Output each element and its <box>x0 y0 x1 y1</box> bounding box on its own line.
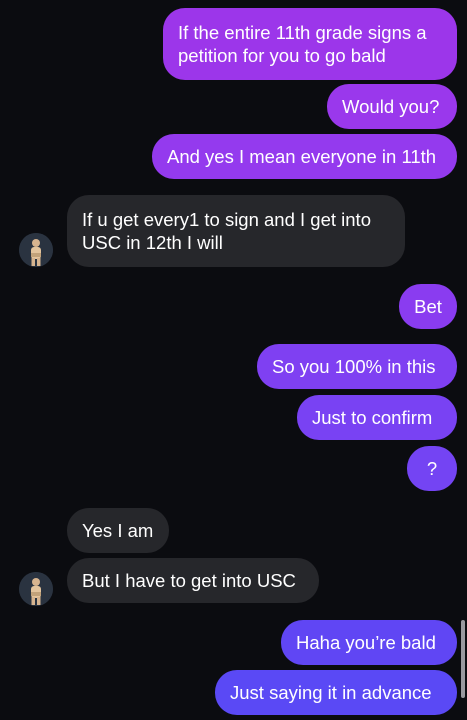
incoming-message[interactable]: If u get every1 to sign and I get into U… <box>67 195 405 267</box>
contact-avatar-icon[interactable] <box>19 572 53 606</box>
message-text: And yes I mean everyone in 11th <box>167 146 437 167</box>
message-text: Haha you’re bald <box>296 632 436 653</box>
outgoing-message[interactable]: Just saying it in advance <box>215 670 457 715</box>
outgoing-message[interactable]: So you 100% in this <box>257 344 457 389</box>
message-text: Just to confirm <box>312 407 433 428</box>
outgoing-message[interactable]: Would you? <box>327 84 457 129</box>
outgoing-message[interactable]: If the entire 11th grade signs a petitio… <box>163 8 457 80</box>
message-text: Bet <box>414 296 442 317</box>
outgoing-message[interactable]: Bet <box>399 284 457 329</box>
message-line: USC in 12th I will <box>82 232 223 253</box>
outgoing-message[interactable]: ? <box>407 446 457 491</box>
message-text: But I have to get into USC <box>82 570 296 591</box>
message-line: petition for you to go bald <box>178 45 386 66</box>
contact-avatar-icon[interactable] <box>19 233 53 267</box>
outgoing-message[interactable]: Haha you’re bald <box>281 620 457 665</box>
message-text: Just saying it in advance <box>230 682 432 703</box>
message-line: If u get every1 to sign and I get into <box>82 209 371 230</box>
incoming-message[interactable]: Yes I am <box>67 508 169 553</box>
message-line: If the entire 11th grade signs a <box>178 22 427 43</box>
message-text: ? <box>426 458 438 479</box>
scroll-indicator[interactable] <box>461 620 465 698</box>
outgoing-message[interactable]: And yes I mean everyone in 11th <box>152 134 457 179</box>
incoming-message[interactable]: But I have to get into USC <box>67 558 319 603</box>
message-text: Yes I am <box>82 520 154 541</box>
outgoing-message[interactable]: Just to confirm <box>297 395 457 440</box>
message-text: Would you? <box>342 96 440 117</box>
message-text: So you 100% in this <box>272 356 436 377</box>
message-thread[interactable]: If the entire 11th grade signs a petitio… <box>0 0 467 720</box>
